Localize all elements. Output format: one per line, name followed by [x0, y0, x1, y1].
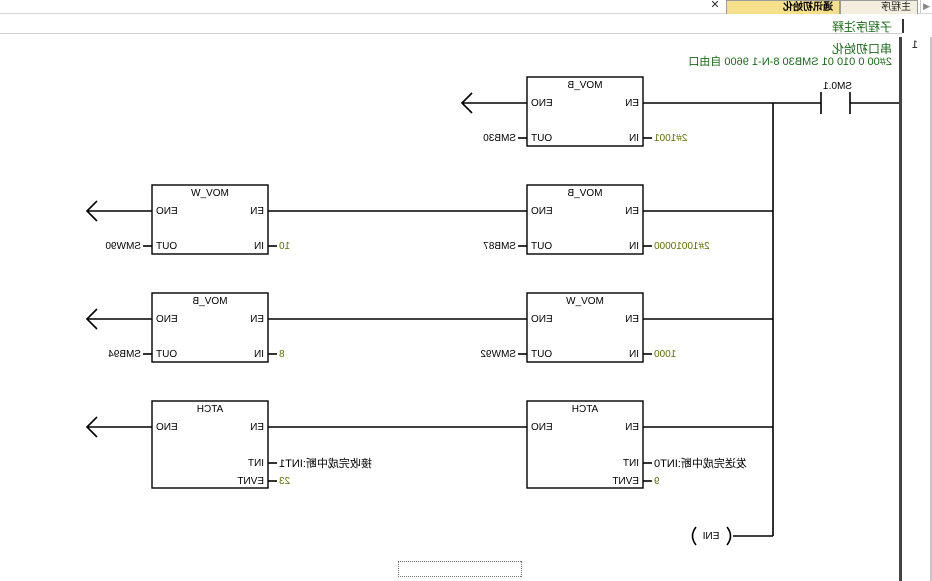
mov-b-block[interactable]: MOV_B EN ENO IN OUT 8 SMB94 — [108, 292, 285, 363]
svg-text:EN: EN — [625, 206, 639, 217]
svg-text:OUT: OUT — [156, 349, 177, 360]
svg-text:EVNT: EVNT — [612, 476, 639, 487]
svg-text:EN: EN — [250, 314, 264, 325]
interrupt-routine: 接收完成中断:INT1 — [279, 456, 372, 470]
block-in-value: 2#10010000 — [654, 241, 710, 252]
contact-sm0-1[interactable]: SM0.1 — [820, 81, 852, 114]
svg-text:OUT: OUT — [531, 241, 552, 252]
contact-address: SM0.1 — [823, 81, 852, 92]
svg-text:IN: IN — [629, 349, 639, 360]
event-number: 23 — [279, 476, 291, 487]
block-out-value: SMB30 — [483, 133, 516, 144]
svg-text:ENO: ENO — [156, 206, 178, 217]
svg-text:MOV_B: MOV_B — [567, 80, 602, 91]
mov-b-block[interactable]: MOV_B EN ENO IN OUT 2#10010000 SMB87 — [483, 184, 710, 255]
svg-text:ENO: ENO — [531, 422, 553, 433]
svg-text:EN: EN — [625, 314, 639, 325]
interrupt-routine: 发送完成中断:INT0 — [654, 456, 747, 470]
svg-text:ATCH: ATCH — [572, 404, 598, 415]
svg-text:EN: EN — [625, 98, 639, 109]
atch-block[interactable]: ATCH EN ENO INT EVNT 接收完成中断:INT1 23 — [151, 400, 372, 489]
block-in-value: 2#1001 — [654, 133, 688, 144]
svg-text:MOV_W: MOV_W — [191, 188, 229, 199]
ladder-diagram[interactable]: SM0.1 MOV_B EN ENO IN OUT 2#1001 SMB30 M… — [0, 0, 932, 581]
svg-text:IN: IN — [629, 241, 639, 252]
block-out-value: SMW92 — [480, 349, 516, 360]
ladder-editor[interactable]: ◀ 主程序 通讯初始化 ✕ 子程序注释 1 串口初始化 2#00 0 010 0… — [0, 0, 932, 581]
svg-text:INT: INT — [248, 458, 264, 469]
svg-text:EVNT: EVNT — [237, 476, 264, 487]
svg-text:IN: IN — [254, 349, 264, 360]
svg-text:ENO: ENO — [531, 314, 553, 325]
coil-label: ENI — [703, 531, 720, 542]
svg-text:ENO: ENO — [156, 422, 178, 433]
eni-coil[interactable]: ENI — [691, 526, 732, 546]
block-in-value: 10 — [279, 241, 291, 252]
mov-w-block[interactable]: MOV_W EN ENO IN OUT 1000 SMW92 — [480, 292, 677, 363]
focus-box[interactable] — [398, 561, 522, 577]
svg-text:EN: EN — [250, 422, 264, 433]
svg-text:ATCH: ATCH — [197, 404, 223, 415]
svg-text:EN: EN — [250, 206, 264, 217]
svg-text:IN: IN — [254, 241, 264, 252]
block-in-value: 8 — [279, 349, 285, 360]
svg-text:MOV_B: MOV_B — [567, 188, 602, 199]
block-out-value: SMB87 — [483, 241, 516, 252]
block-in-value: 1000 — [654, 349, 677, 360]
block-out-value: SMW90 — [105, 241, 141, 252]
svg-text:INT: INT — [623, 458, 639, 469]
block-out-value: SMB94 — [108, 349, 141, 360]
svg-text:OUT: OUT — [156, 241, 177, 252]
svg-text:MOV_B: MOV_B — [192, 296, 227, 307]
mov-b-block[interactable]: MOV_B EN ENO IN OUT 2#1001 SMB30 — [483, 76, 688, 147]
svg-text:ENO: ENO — [156, 314, 178, 325]
event-number: 9 — [654, 476, 660, 487]
svg-text:IN: IN — [629, 133, 639, 144]
svg-text:EN: EN — [625, 422, 639, 433]
atch-block[interactable]: ATCH EN ENO INT EVNT 发送完成中断:INT0 9 — [526, 400, 747, 489]
svg-text:MOV_W: MOV_W — [566, 296, 604, 307]
svg-text:OUT: OUT — [531, 133, 552, 144]
svg-text:ENO: ENO — [531, 206, 553, 217]
mov-w-block[interactable]: MOV_W EN ENO IN OUT 10 SMW90 — [105, 184, 291, 255]
svg-text:ENO: ENO — [531, 98, 553, 109]
svg-text:OUT: OUT — [531, 349, 552, 360]
